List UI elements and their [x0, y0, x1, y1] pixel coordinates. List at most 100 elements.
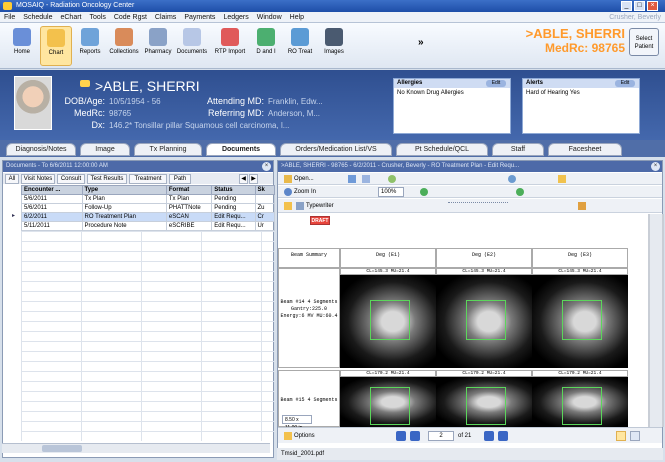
viewer-vscrollbar[interactable] [650, 214, 662, 427]
single-page-view-icon[interactable] [616, 431, 626, 441]
toolbar-documents-label: Documents [176, 49, 208, 55]
tab-facesheet[interactable]: Facesheet [548, 143, 622, 156]
fit-icon[interactable] [420, 188, 428, 196]
menu-payments[interactable]: Payments [180, 12, 219, 23]
tab-tx-planning[interactable]: Tx Planning [134, 143, 202, 156]
menu-claims[interactable]: Claims [151, 12, 180, 23]
viewer-title: >ABLE, SHERRI - 98765 - 6/2/2011 - Crush… [278, 161, 662, 172]
menu-schedule[interactable]: Schedule [19, 12, 56, 23]
menu-code-rgst[interactable]: Code Rgst [110, 12, 151, 23]
options-button[interactable]: Options [294, 430, 315, 442]
subtab-all[interactable]: All [5, 174, 19, 184]
tab-staff[interactable]: Staff [492, 143, 544, 156]
tab-image[interactable]: Image [80, 143, 130, 156]
typewriter-button[interactable]: Typewriter [306, 200, 334, 212]
viewer-close-icon[interactable]: × [651, 162, 660, 171]
alerts-edit-button[interactable]: Edit [615, 80, 635, 87]
toolbar-reports-button[interactable]: Reports [74, 26, 106, 66]
annotation-tools[interactable] [448, 202, 508, 210]
documents-close-icon[interactable]: × [262, 162, 271, 171]
last-page-icon[interactable] [498, 431, 508, 441]
toolbar-images-button[interactable]: Images [318, 26, 350, 66]
minimize-icon[interactable]: _ [621, 1, 632, 11]
subtab-treatment[interactable]: Treatment [129, 174, 167, 184]
menu-window[interactable]: Window [253, 12, 286, 23]
zoom-in-button[interactable]: Zoom In [294, 186, 316, 198]
close-icon[interactable]: × [647, 1, 658, 11]
field-outline [370, 387, 410, 425]
page-number-input[interactable]: 2 [428, 431, 454, 441]
toolbar-d-and-i-button[interactable]: D and I [250, 26, 282, 66]
toolbar-documents-button[interactable]: Documents [176, 26, 208, 66]
col-type[interactable]: Type [81, 185, 167, 195]
toolbar-chart-button[interactable]: Chart [40, 26, 72, 66]
current-user: Crusher, Beverly [609, 14, 661, 21]
col-format[interactable]: Format [165, 185, 213, 195]
menu-tools[interactable]: Tools [86, 12, 110, 23]
table-row-selected[interactable]: 6/2/2011 RO Treatment Plan eSCAN Edit Requ.… [21, 212, 276, 222]
rotate-icon[interactable] [508, 175, 516, 183]
toolbar-collections-button[interactable]: Collections [108, 26, 140, 66]
collections-icon [115, 28, 133, 46]
allergies-title: Allergies [397, 80, 423, 86]
ct-image [532, 275, 628, 368]
beam-row-label: Beam #14 4 Segments Gantry:225.0 Energy:… [278, 268, 340, 368]
subtab-visit-notes[interactable]: Visit Notes [21, 174, 55, 184]
print-icon[interactable] [362, 175, 370, 183]
zoom-select[interactable]: 100% [378, 187, 404, 197]
col-sk[interactable]: Sk [254, 185, 276, 195]
ct-label: CL=170.2 MU=21.4 [340, 370, 436, 377]
document-viewer: >ABLE, SHERRI - 98765 - 6/2/2011 - Crush… [277, 160, 664, 458]
cell-date: 6/2/2011 [21, 212, 83, 222]
open-button[interactable]: Open... [294, 173, 314, 185]
maximize-icon[interactable]: □ [634, 1, 645, 11]
chart-flag-icon [80, 80, 90, 87]
subtab-scroll-right-icon[interactable]: ▶ [249, 174, 258, 184]
markup-icon[interactable] [558, 175, 566, 183]
toolbar-pharmacy-button[interactable]: Pharmacy [142, 26, 174, 66]
cell-sk: Cr [254, 212, 276, 222]
table-row[interactable]: 5/11/2011 Procedure Note eSCRIBE Edit Requ.… [21, 221, 276, 231]
reports-icon [81, 28, 99, 46]
subtab-path[interactable]: Path [169, 174, 191, 184]
allergies-edit-button[interactable]: Edit [486, 80, 506, 87]
toolbar-rtp-import-button[interactable]: RTP Import [212, 26, 248, 66]
toolbar-more-button[interactable]: » [418, 37, 424, 48]
table-row[interactable]: 5/6/2011 Tx Plan Tx Plan Pending [21, 194, 276, 204]
ocr-icon[interactable] [388, 175, 396, 183]
menu-ledgers[interactable]: Ledgers [219, 12, 252, 23]
toolbar-home-button[interactable]: Home [6, 26, 38, 66]
table-row[interactable]: 5/6/2011 Follow-Up PHATTNote Pending Zu [21, 203, 276, 213]
next-icon[interactable] [516, 188, 524, 196]
tab-pt-schedule[interactable]: Pt Schedule/QCL [396, 143, 488, 156]
menu-echart[interactable]: eChart [56, 12, 85, 23]
continuous-view-icon[interactable] [630, 431, 640, 441]
subtab-scroll-left-icon[interactable]: ◀ [239, 174, 248, 184]
scroll-thumb[interactable] [42, 445, 82, 452]
highlight-icon[interactable] [284, 202, 292, 210]
select-patient-button[interactable]: Select Patient [629, 28, 659, 56]
alerts-panel: Alerts Edit Hard of Hearing Yes [522, 78, 640, 134]
tab-orders-medication[interactable]: Orders/Medication List/VS [280, 143, 392, 156]
cell-status: Pending [211, 203, 256, 213]
tab-documents[interactable]: Documents [206, 143, 276, 156]
field-outline [562, 300, 602, 340]
toolbar-home-label: Home [13, 49, 30, 55]
menu-file[interactable]: File [0, 12, 19, 23]
ct-image [532, 377, 628, 427]
cell-format: Tx Plan [165, 194, 213, 204]
next-page-icon[interactable] [484, 431, 494, 441]
col-encounter[interactable]: Encounter ... [21, 185, 83, 195]
menu-help[interactable]: Help [286, 12, 308, 23]
col-status[interactable]: Status [211, 185, 256, 195]
subtab-consult[interactable]: Consult [57, 174, 85, 184]
stamp-icon[interactable] [578, 202, 586, 210]
prev-page-icon[interactable] [410, 431, 420, 441]
first-page-icon[interactable] [396, 431, 406, 441]
tab-diagnosis-notes[interactable]: Diagnosis/Notes [6, 143, 76, 156]
subtab-test-results[interactable]: Test Results [87, 174, 127, 184]
toolbar-ro-treat-button[interactable]: RO Treat [284, 26, 316, 66]
save-icon[interactable] [348, 175, 356, 183]
ro-treat-icon [291, 28, 309, 46]
documents-hscrollbar[interactable] [2, 443, 270, 453]
